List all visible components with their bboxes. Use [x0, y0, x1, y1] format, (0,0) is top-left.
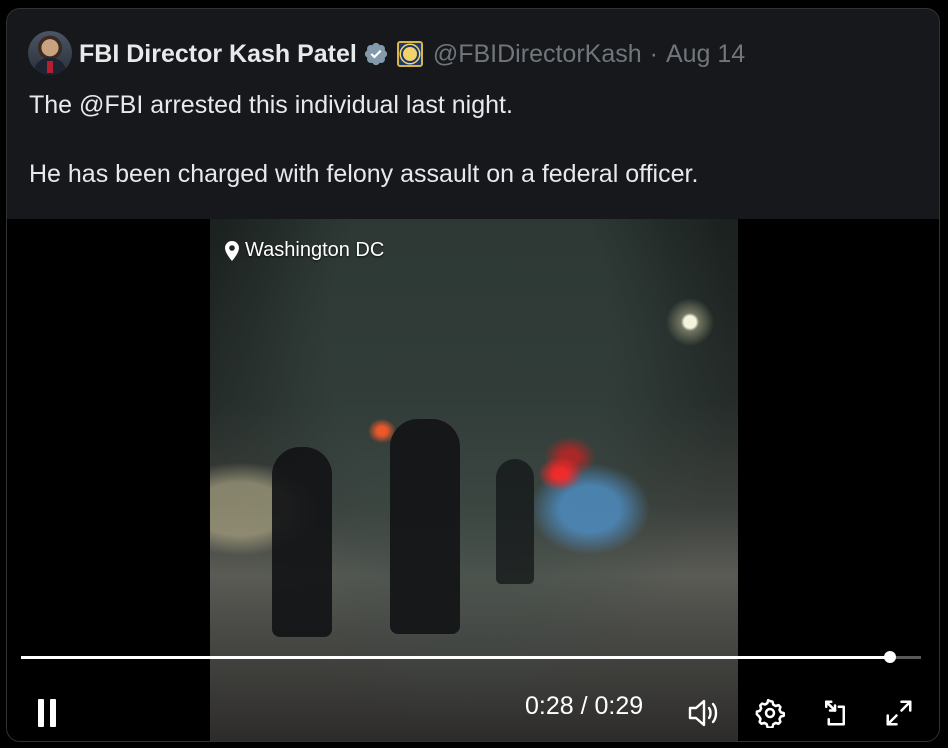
- picture-in-picture-icon: [825, 700, 845, 726]
- author-avatar[interactable]: [28, 31, 72, 75]
- volume-button[interactable]: [685, 693, 725, 733]
- tweet-header: FBI Director Kash Patel @FBIDirectorKash…: [79, 37, 745, 71]
- pause-icon: [50, 699, 56, 727]
- fullscreen-button[interactable]: [879, 693, 919, 733]
- tweet-date[interactable]: Aug 14: [666, 40, 745, 69]
- fbi-seal-icon[interactable]: [396, 41, 423, 67]
- pause-button[interactable]: [29, 695, 65, 731]
- tweet-text-line-2: He has been charged with felony assault …: [29, 160, 699, 188]
- video-figure: [496, 459, 534, 584]
- video-progress-handle[interactable]: [884, 651, 897, 663]
- author-name[interactable]: FBI Director Kash Patel: [79, 40, 357, 69]
- volume-icon: [688, 699, 718, 727]
- author-handle[interactable]: @FBIDirectorKash: [433, 40, 642, 69]
- settings-button[interactable]: [750, 693, 790, 733]
- video-location-tag: Washington DC: [225, 239, 384, 262]
- picture-in-picture-button[interactable]: [815, 693, 855, 733]
- video-figure: [272, 447, 332, 637]
- video-time-display: 0:28 / 0:29: [525, 692, 644, 720]
- tweet-text-line-1: The @FBI arrested this individual last n…: [29, 91, 513, 119]
- location-label: Washington DC: [245, 239, 385, 261]
- header-separator: ·: [649, 39, 658, 68]
- fullscreen-icon: [886, 700, 912, 726]
- pause-icon: [38, 699, 44, 727]
- video-frame[interactable]: [210, 219, 738, 741]
- settings-gear-icon: [755, 698, 785, 728]
- location-pin-icon: [225, 240, 239, 261]
- video-player[interactable]: Washington DC 0:28 / 0:29: [7, 219, 939, 741]
- tweet-card[interactable]: FBI Director Kash Patel @FBIDirectorKash…: [6, 8, 940, 742]
- video-progress-fill: [21, 656, 891, 659]
- verified-badge-icon[interactable]: [363, 41, 389, 67]
- video-figure: [390, 419, 460, 634]
- video-progress-bar[interactable]: [21, 651, 921, 663]
